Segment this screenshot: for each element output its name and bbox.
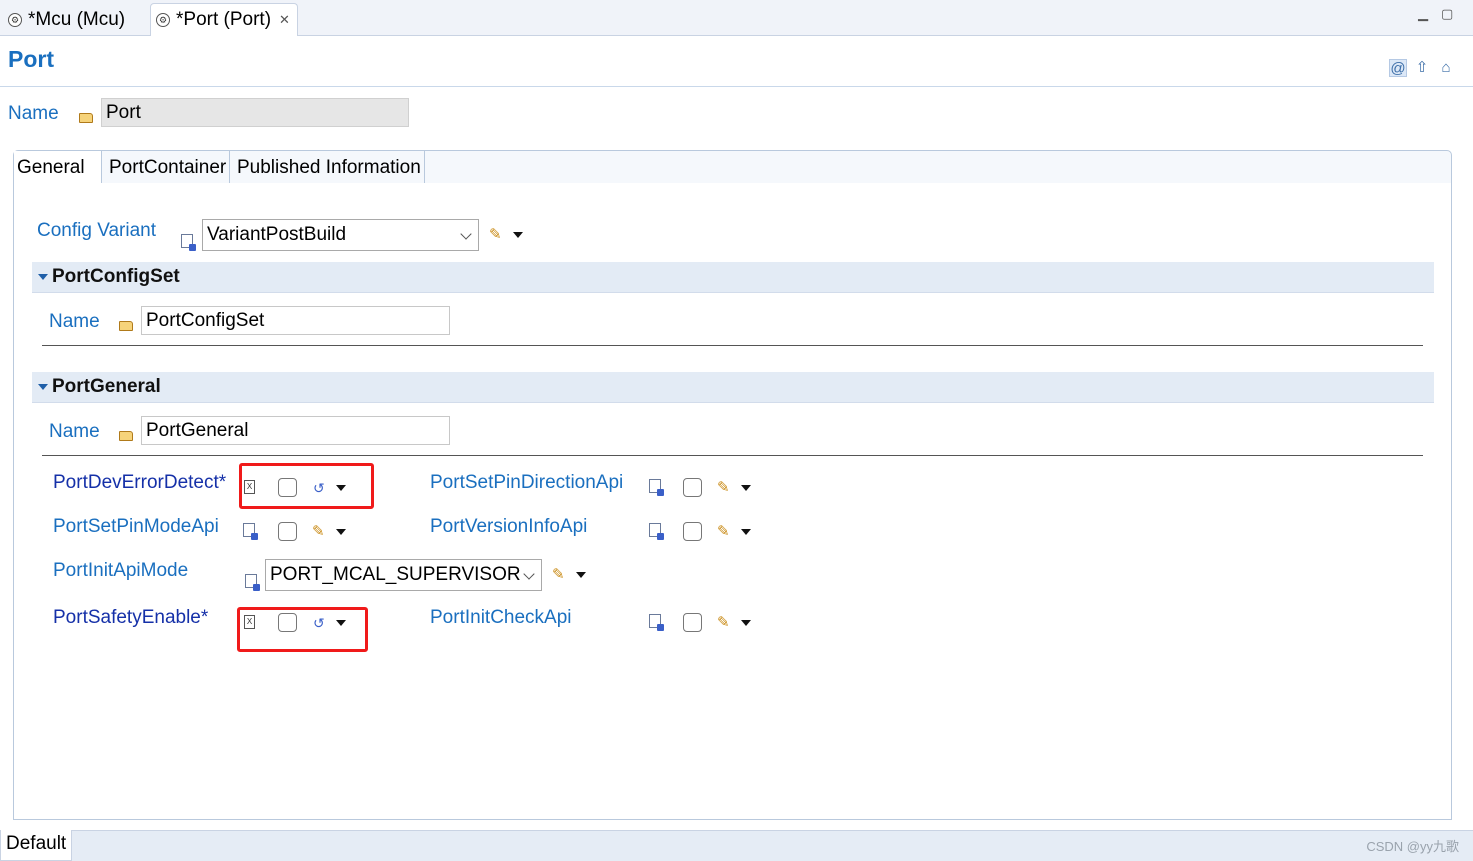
- highlight-box: [237, 607, 368, 652]
- pencil-icon[interactable]: ✎: [489, 227, 505, 243]
- home-icon[interactable]: ⌂: [1437, 59, 1455, 77]
- general-name-label: Name: [49, 421, 100, 442]
- param-set-pin-direction-api-label: PortSetPinDirectionApi: [430, 472, 624, 493]
- set-pin-direction-api-checkbox[interactable]: [683, 478, 702, 497]
- tab-port-container[interactable]: PortContainer: [106, 151, 231, 184]
- section-title: PortConfigSet: [52, 266, 180, 287]
- pencil-icon[interactable]: ✎: [552, 567, 568, 583]
- init-api-mode-value: PORT_MCAL_SUPERVISOR: [270, 564, 521, 585]
- editor-tab-strip: ⚙ *Mcu (Mcu) ⚙ *Port (Port) ✕ ▁ ▢: [0, 0, 1473, 36]
- dropdown-arrow-icon[interactable]: [741, 529, 751, 535]
- pencil-icon[interactable]: ✎: [312, 524, 328, 540]
- param-version-info-api-label: PortVersionInfoApi: [430, 516, 588, 537]
- watermark: CSDN @yy九歌: [1366, 839, 1459, 854]
- page-title: Port: [8, 46, 54, 72]
- up-arrow-icon[interactable]: ⇧: [1413, 59, 1431, 77]
- config-variant-select[interactable]: VariantPostBuild: [202, 219, 479, 251]
- param-set-pin-mode-api-label: PortSetPinModeApi: [53, 516, 219, 537]
- at-icon[interactable]: @: [1389, 59, 1407, 77]
- doc-icon: [245, 574, 260, 591]
- config-set-name-label: Name: [49, 311, 100, 332]
- doc-icon: [649, 479, 664, 496]
- set-pin-mode-api-checkbox[interactable]: [278, 522, 297, 541]
- collapse-icon[interactable]: [38, 274, 48, 280]
- section-divider: [42, 455, 1423, 456]
- section-title: PortGeneral: [52, 376, 161, 397]
- dropdown-arrow-icon[interactable]: [576, 572, 586, 578]
- name-label: Name: [8, 103, 59, 124]
- dropdown-arrow-icon[interactable]: [336, 529, 346, 535]
- param-safety-enable-label: PortSafetyEnable*: [53, 607, 209, 628]
- header-divider: [0, 86, 1473, 87]
- doc-icon: [649, 523, 664, 540]
- init-check-api-checkbox[interactable]: [683, 613, 702, 632]
- folder-icon: [79, 113, 93, 123]
- tab-general[interactable]: General: [14, 151, 102, 185]
- pencil-icon[interactable]: ✎: [717, 524, 733, 540]
- form-tab-strip: General PortContainer Published Informat…: [13, 150, 1452, 185]
- config-set-name-field[interactable]: PortConfigSet: [141, 306, 450, 335]
- gear-icon: ⚙: [8, 12, 22, 27]
- param-init-check-api-label: PortInitCheckApi: [430, 607, 572, 628]
- section-port-config-set[interactable]: PortConfigSet: [32, 262, 1434, 293]
- gear-icon: ⚙: [156, 13, 170, 27]
- dropdown-arrow-icon[interactable]: [741, 485, 751, 491]
- tab-mcu[interactable]: ⚙ *Mcu (Mcu): [2, 3, 131, 36]
- pencil-icon[interactable]: ✎: [717, 615, 733, 631]
- param-dev-error-detect-label: PortDevErrorDetect*: [53, 472, 227, 493]
- tab-published-information[interactable]: Published Information: [234, 151, 425, 184]
- init-api-mode-select[interactable]: PORT_MCAL_SUPERVISOR: [265, 559, 542, 591]
- name-field[interactable]: Port: [101, 98, 409, 127]
- section-divider: [42, 345, 1423, 346]
- general-name-field[interactable]: PortGeneral: [141, 416, 450, 445]
- section-port-general[interactable]: PortGeneral: [32, 372, 1434, 403]
- chevron-down-icon: [523, 568, 535, 580]
- tab-mcu-label: *Mcu (Mcu): [28, 8, 126, 30]
- chevron-down-icon: [460, 228, 472, 240]
- collapse-icon[interactable]: [38, 384, 48, 390]
- doc-icon: [181, 234, 196, 251]
- minimize-icon[interactable]: ▁: [1418, 6, 1428, 22]
- tab-default[interactable]: Default: [0, 830, 72, 861]
- bottom-tab-bar: [72, 830, 1473, 861]
- doc-icon: [649, 614, 664, 631]
- param-init-api-mode-label: PortInitApiMode: [53, 560, 189, 581]
- highlight-box: [239, 463, 374, 509]
- close-icon[interactable]: ✕: [279, 12, 290, 28]
- tab-port-label: *Port (Port): [176, 9, 272, 30]
- pencil-icon[interactable]: ✎: [717, 480, 733, 496]
- tab-port[interactable]: ⚙ *Port (Port) ✕: [150, 3, 298, 36]
- folder-icon: [119, 321, 133, 331]
- doc-icon: [243, 523, 258, 540]
- maximize-icon[interactable]: ▢: [1441, 6, 1453, 22]
- dropdown-arrow-icon[interactable]: [741, 620, 751, 626]
- config-variant-value: VariantPostBuild: [207, 224, 347, 245]
- config-variant-label: Config Variant: [37, 220, 156, 241]
- version-info-api-checkbox[interactable]: [683, 522, 702, 541]
- folder-icon: [119, 431, 133, 441]
- dropdown-arrow-icon[interactable]: [513, 232, 523, 238]
